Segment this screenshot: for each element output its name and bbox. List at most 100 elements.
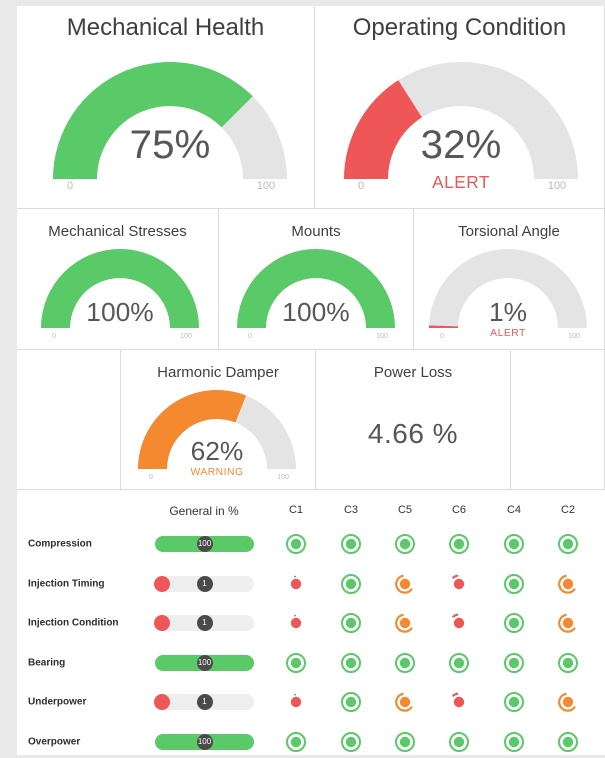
column-header-c1: C1 — [288, 504, 304, 516]
panel-title: Torsional Angle — [458, 223, 560, 240]
status-ok-icon — [448, 731, 470, 753]
gauge-value: 100% — [86, 297, 153, 327]
general-bar-fill — [154, 575, 170, 592]
column-header-c2: C2 — [560, 504, 576, 516]
status-warning-icon — [394, 573, 416, 595]
status-alert-icon — [448, 612, 470, 634]
status-ok-icon — [557, 731, 579, 753]
gauge-status: WARNING — [190, 467, 243, 478]
status-ok-icon — [340, 612, 362, 634]
panel-empty-right — [511, 350, 605, 490]
row-label: Injection Condition — [28, 617, 119, 629]
status-ok-icon — [285, 533, 307, 555]
status-ok-icon — [557, 533, 579, 555]
general-bar-knob: 100 — [196, 654, 213, 671]
gauge-min-label: 0 — [248, 333, 252, 340]
gauge-max-label: 100 — [180, 333, 192, 340]
panel-mounts[interactable]: Mounts 100% 0 100 — [219, 209, 414, 350]
status-warning-icon — [557, 612, 579, 634]
gauge-max-label: 100 — [277, 474, 289, 481]
panel-title: Harmonic Damper — [157, 364, 279, 381]
status-ok-icon — [503, 612, 525, 634]
row-label: Bearing — [28, 657, 66, 669]
column-header-c3: C3 — [343, 504, 359, 516]
gauge-mechanical-health: 75% 0 100 — [53, 61, 287, 192]
gauge-torsional-angle: 1%ALERT 0 100 — [429, 249, 587, 340]
panel-title: Power Loss — [373, 364, 453, 381]
general-bar-fill — [154, 694, 170, 711]
status-matrix: General in % C1 C3 C5 C6 C4 C2 Compression 100 In… — [17, 490, 605, 755]
general-bar-knob: 1 — [196, 615, 213, 632]
status-ok-icon — [394, 731, 416, 753]
gauge-max-label: 100 — [548, 180, 566, 192]
panel-empty-left — [17, 350, 121, 490]
general-bar-knob: 100 — [196, 536, 213, 552]
status-ok-icon — [340, 691, 362, 713]
gauge-min-label: 0 — [440, 333, 444, 340]
status-fault-icon — [285, 612, 307, 634]
panel-mechanical-stresses[interactable]: Mechanical Stresses 100% 0 100 — [17, 209, 219, 350]
panel-torsional-angle[interactable]: Torsional Angle 1% ALERT 0 100 — [414, 209, 605, 350]
panel-power-loss[interactable]: Power Loss 4.66 % — [316, 350, 511, 490]
status-warning-icon — [557, 691, 579, 713]
status-ok-icon — [448, 652, 470, 674]
column-header-c6: C6 — [451, 504, 467, 516]
general-bar: 1 — [154, 575, 254, 592]
status-ok-icon — [503, 691, 525, 713]
status-ok-icon — [285, 652, 307, 674]
general-bar: 100 — [155, 734, 254, 750]
column-header-c5: C5 — [397, 504, 413, 516]
panel-title: Mechanical Stresses — [48, 223, 187, 240]
gauge-value: 100% — [282, 297, 349, 327]
gauge-value: 75% — [130, 122, 211, 167]
status-ok-icon — [340, 533, 362, 555]
gauge-max-label: 100 — [376, 333, 388, 340]
status-warning-icon — [557, 573, 579, 595]
gauge-min-label: 0 — [67, 180, 73, 192]
panel-mechanical-health[interactable]: Mechanical Health 75% 0 100 — [17, 6, 315, 209]
status-ok-icon — [557, 652, 579, 674]
gauge-value: 1% — [489, 297, 527, 327]
gauge-min-label: 0 — [358, 180, 364, 192]
status-warning-icon — [394, 691, 416, 713]
status-alert-icon — [448, 573, 470, 595]
gauge-status: ALERT — [490, 328, 526, 339]
status-ok-icon — [503, 652, 525, 674]
status-ok-icon — [340, 652, 362, 674]
status-ok-icon — [285, 731, 307, 753]
status-ok-icon — [394, 533, 416, 555]
dashboard: Mechanical Health 75% 0 100 Operating Cond… — [17, 6, 605, 755]
panel-title: Mounts — [291, 223, 341, 240]
column-header-c4: C4 — [506, 504, 522, 516]
general-column-header: General in % — [169, 504, 239, 518]
status-ok-icon — [503, 533, 525, 555]
general-bar-knob: 1 — [196, 694, 213, 711]
gauge-max-label: 100 — [568, 333, 580, 340]
power-loss-value: 4.66 % — [367, 418, 459, 449]
status-warning-icon — [394, 612, 416, 634]
gauge-value: 62% — [191, 436, 244, 466]
status-alert-icon — [448, 691, 470, 713]
panel-title: Operating Condition — [352, 14, 567, 41]
status-fault-icon — [285, 691, 307, 713]
status-ok-icon — [503, 573, 525, 595]
general-bar: 1 — [154, 615, 254, 632]
row-label: Compression — [28, 538, 92, 550]
gauge-operating-condition: 32% ALERT 0 100 — [344, 62, 578, 192]
general-bar: 1 — [154, 694, 254, 711]
panel-operating-condition[interactable]: Operating Condition 32% ALERT 0 100 — [315, 6, 605, 209]
general-bar-knob: 1 — [196, 575, 213, 592]
status-ok-icon — [503, 731, 525, 753]
gauge-min-label: 0 — [52, 333, 56, 340]
gauge-value: 32% — [421, 122, 502, 167]
gauge-status: ALERT — [432, 172, 490, 192]
row-label: Underpower — [28, 696, 87, 708]
general-bar: 100 — [155, 654, 254, 671]
general-bar-fill — [154, 615, 170, 632]
general-bar-knob: 100 — [196, 734, 213, 750]
status-fault-icon — [285, 573, 307, 595]
panel-harmonic-damper[interactable]: Harmonic Damper 62% WARNING 0 100 — [121, 350, 316, 490]
status-ok-icon — [394, 652, 416, 674]
gauge-harmonic-damper: 62%WARNING 0 100 — [138, 390, 296, 481]
row-label: Overpower — [28, 736, 81, 748]
